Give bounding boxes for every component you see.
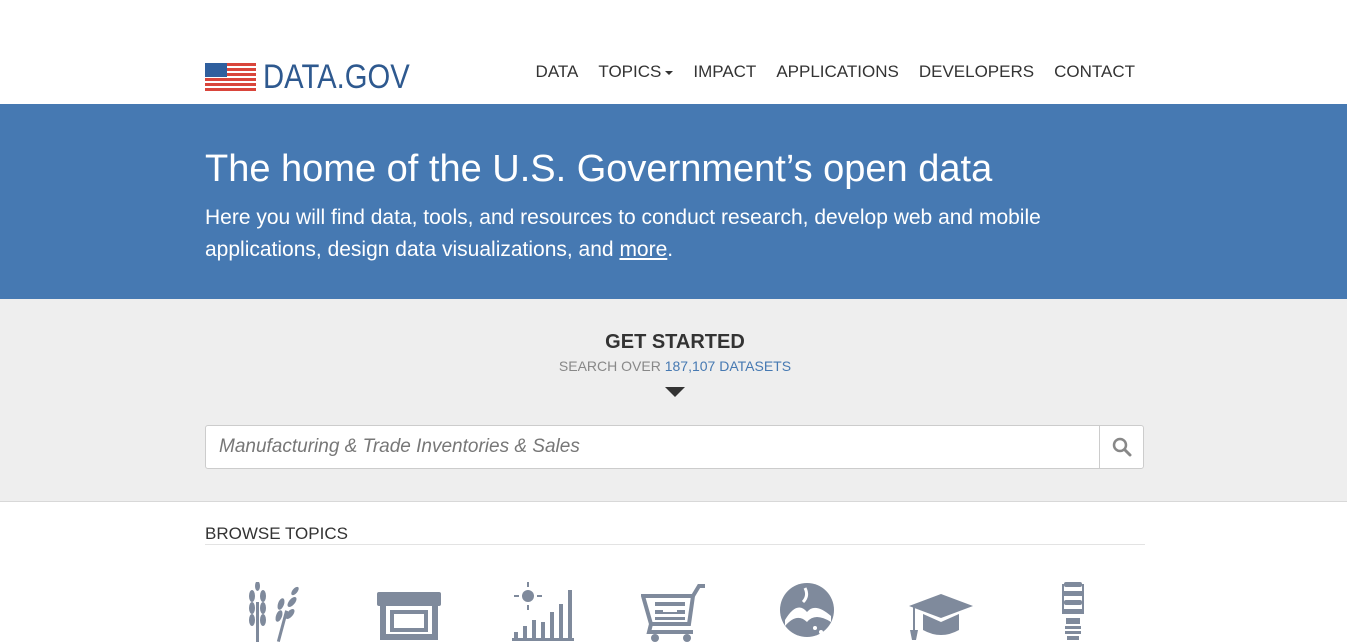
search-form xyxy=(205,425,1144,469)
nav-item-topics-label: TOPICS xyxy=(598,62,662,81)
nav-item-topics[interactable]: TOPICS xyxy=(598,62,674,82)
business-icon[interactable] xyxy=(375,582,445,642)
nav-item-applications[interactable]: APPLICATIONS xyxy=(776,62,899,82)
get-started-title: GET STARTED xyxy=(605,331,745,353)
dataset-count-text: SEARCH OVER 187,107 DATASETS xyxy=(205,358,1145,374)
search-button[interactable] xyxy=(1099,426,1143,468)
dataset-count-link[interactable]: 187,107 DATASETS xyxy=(665,358,791,374)
agriculture-icon[interactable] xyxy=(243,581,313,642)
get-started-section: GET STARTED SEARCH OVER 187,107 DATASETS xyxy=(0,299,1347,502)
hero-subtitle-end: . xyxy=(667,238,674,261)
energy-icon[interactable] xyxy=(1041,582,1111,642)
main-nav: DATA TOPICS IMPACT APPLICATIONS DEVELOPE… xyxy=(516,62,1135,82)
search-input[interactable] xyxy=(206,426,1099,468)
search-over-label: SEARCH OVER xyxy=(558,358,665,374)
ecosystems-icon[interactable] xyxy=(775,582,845,642)
browse-topics-section: BROWSE TOPICS xyxy=(0,502,1347,642)
search-icon xyxy=(1112,437,1131,457)
nav-item-data[interactable]: DATA xyxy=(536,62,579,82)
education-icon[interactable] xyxy=(907,582,977,642)
hero-banner: The home of the U.S. Government’s open d… xyxy=(0,104,1347,299)
nav-item-contact[interactable]: CONTACT xyxy=(1054,62,1135,82)
nav-item-developers[interactable]: DEVELOPERS xyxy=(919,62,1034,82)
divider xyxy=(205,544,1145,545)
climate-icon[interactable] xyxy=(510,582,580,642)
consumer-icon[interactable] xyxy=(640,582,711,642)
nav-item-impact[interactable]: IMPACT xyxy=(693,62,756,82)
caret-down-icon xyxy=(665,70,674,75)
flag-icon xyxy=(205,62,256,93)
more-link[interactable]: more xyxy=(619,238,667,261)
site-header: DATA.GOV DATA TOPICS IMPACT APPLICATIONS… xyxy=(0,0,1347,104)
site-logo[interactable]: DATA.GOV xyxy=(205,58,434,97)
arrow-down-icon xyxy=(665,387,685,397)
hero-subtitle: Here you will find data, tools, and reso… xyxy=(205,202,1105,266)
logo-text: DATA.GOV xyxy=(263,58,410,96)
browse-topics-title: BROWSE TOPICS xyxy=(205,524,348,543)
hero-title: The home of the U.S. Government’s open d… xyxy=(205,148,993,190)
